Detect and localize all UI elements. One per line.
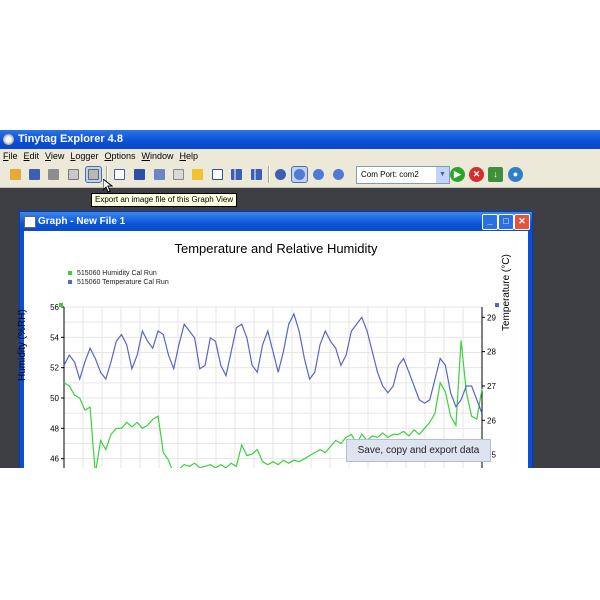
menu-bar: File Edit View Logger Options Window Help: [0, 149, 600, 163]
menu-file[interactable]: File: [0, 149, 21, 163]
stop-icon[interactable]: ✕: [469, 167, 484, 182]
maximize-button[interactable]: □: [498, 214, 514, 230]
menu-help[interactable]: Help: [177, 149, 202, 163]
menu-logger[interactable]: Logger: [67, 149, 101, 163]
axis-marker-humidity: [59, 303, 63, 307]
copy-icon[interactable]: [66, 167, 81, 182]
overview-icon[interactable]: [132, 167, 147, 182]
tick-label-left: 48: [50, 424, 59, 433]
download-icon[interactable]: ↓: [488, 167, 503, 182]
app-titlebar: Tinytag Explorer 4.8: [0, 130, 600, 149]
save-icon[interactable]: [27, 167, 42, 182]
axis-icon[interactable]: [210, 167, 225, 182]
graph-icon[interactable]: [112, 167, 127, 182]
minimize-button[interactable]: _: [482, 214, 498, 230]
graph-window-title: Graph - New File 1: [38, 216, 126, 227]
tick-label-right: 27: [487, 382, 496, 391]
export-image-icon[interactable]: [85, 166, 102, 183]
com-port-value: Com Port: com2: [361, 170, 419, 179]
menu-view[interactable]: View: [42, 149, 67, 163]
menu-window[interactable]: Window: [139, 149, 177, 163]
app-icon: [3, 134, 14, 145]
open-icon[interactable]: [8, 167, 23, 182]
caption-callout: Save, copy and export data: [346, 439, 491, 462]
globe-icon[interactable]: ●: [508, 167, 523, 182]
tick-label-left: 52: [50, 364, 59, 373]
axis-marker-temperature: [495, 303, 499, 307]
menu-options[interactable]: Options: [101, 149, 138, 163]
zoom-fit-icon[interactable]: [331, 167, 346, 182]
report-icon[interactable]: [171, 167, 186, 182]
chart-svg: 56545250484644292827262524: [50, 303, 499, 468]
tooltip: Export an image file of this Graph View: [91, 193, 238, 207]
tick-label-right: 26: [487, 416, 496, 425]
app-title: Tinytag Explorer 4.8: [18, 133, 123, 145]
screenshot-region: Tinytag Explorer 4.8 File Edit View Logger O…: [0, 130, 600, 468]
tick-label-left: 54: [50, 333, 59, 342]
menu-edit[interactable]: Edit: [21, 149, 43, 163]
start-icon[interactable]: ▶: [450, 167, 465, 182]
note-icon[interactable]: [190, 167, 205, 182]
print-icon[interactable]: [46, 167, 61, 182]
graph-window-titlebar: Graph - New File 1 _ □ ✕: [20, 212, 532, 231]
zoom-out-icon[interactable]: [311, 167, 326, 182]
tick-label-right: 29: [487, 313, 496, 322]
bar-chart-2-icon[interactable]: [249, 167, 264, 182]
graph-window-icon: [24, 216, 36, 228]
graph-window: Graph - New File 1 _ □ ✕ Temperature and…: [17, 211, 533, 468]
tick-label-left: 50: [50, 394, 59, 403]
tick-label-left: 56: [50, 303, 59, 312]
pan-icon[interactable]: [273, 167, 288, 182]
tick-label-left: 46: [50, 455, 59, 464]
plot-area: Temperature and Relative Humidity 515060…: [17, 231, 528, 468]
zoom-in-icon[interactable]: [291, 166, 308, 183]
bar-chart-icon[interactable]: [229, 167, 244, 182]
tick-label-right: 28: [487, 348, 496, 357]
mouse-cursor-icon: [103, 179, 113, 193]
close-button[interactable]: ✕: [514, 214, 530, 230]
table-icon[interactable]: [152, 167, 167, 182]
com-port-select[interactable]: Com Port: com2 ▼: [356, 166, 450, 184]
chevron-down-icon[interactable]: ▼: [436, 167, 449, 183]
